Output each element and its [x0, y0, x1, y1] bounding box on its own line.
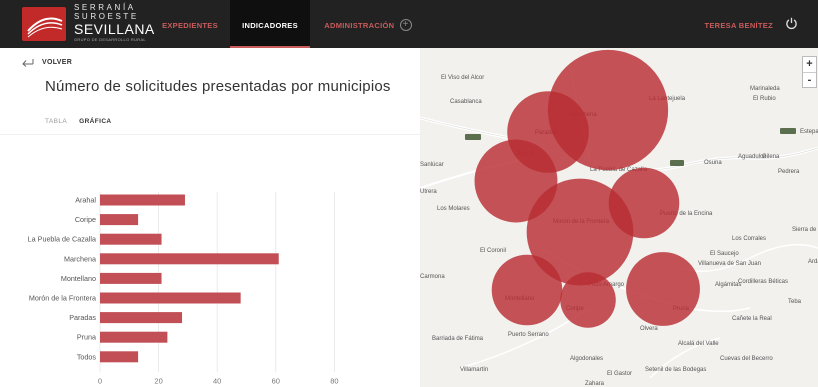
- map-place-label: El Saucejo: [710, 251, 739, 257]
- logo-line2: SUROESTE: [74, 12, 139, 21]
- chart-tick-labels: 0 20 40 60 80: [98, 376, 339, 385]
- map-place-label: Olvera: [640, 326, 658, 332]
- category-label: Morón de la Frontera: [29, 294, 96, 303]
- municipality-bubble[interactable]: [547, 49, 669, 171]
- nav-indicadores-label: INDICADORES: [242, 21, 298, 30]
- category-label: La Puebla de Cazalla: [28, 235, 96, 244]
- map-place-label: Sierra de Yeguas: [792, 227, 818, 233]
- category-label: Arahal: [75, 196, 96, 205]
- map-place-label: Osuna: [704, 160, 722, 166]
- bar[interactable]: [100, 194, 185, 206]
- chart-bars: [100, 194, 279, 363]
- category-label: Todos: [77, 352, 97, 361]
- bar[interactable]: [100, 272, 162, 284]
- bar[interactable]: [100, 312, 183, 324]
- map-place-label: Villamartín: [460, 367, 488, 373]
- nav-administracion-label: ADMINISTRACIÓN: [324, 21, 395, 30]
- logo-text: SERRANÍA SUROESTE SEVILLANA GRUPO DE DES…: [74, 4, 155, 42]
- nav-indicadores[interactable]: INDICADORES: [230, 0, 310, 48]
- map-place-label: El Viso del Alcor: [441, 75, 484, 81]
- map-canvas[interactable]: El Viso del AlcorCasablancaLa Lantejuela…: [420, 48, 818, 387]
- bar[interactable]: [100, 351, 139, 363]
- map-place-label: Algodonales: [570, 356, 603, 362]
- x-tick-label: 0: [98, 376, 102, 385]
- map-place-label: Puerto Serrano: [508, 332, 549, 338]
- logo-line1: SERRANÍA: [74, 3, 136, 12]
- municipality-bubble[interactable]: [626, 252, 700, 326]
- nav-expedientes-label: EXPEDIENTES: [162, 21, 218, 30]
- map-bubbles: [474, 49, 700, 328]
- x-tick-label: 40: [213, 376, 221, 385]
- map-place-label: Marinaleda: [750, 86, 780, 92]
- category-label: Marchena: [64, 254, 96, 263]
- top-navigation-bar: SERRANÍA SUROESTE SEVILLANA GRUPO DE DES…: [0, 0, 818, 48]
- plus-circle-icon[interactable]: +: [399, 19, 412, 32]
- chart-category-labels: Arahal Coripe La Puebla de Cazalla Marchena…: [28, 196, 97, 362]
- x-tick-label: 20: [154, 376, 162, 385]
- map-place-label: Carmona: [420, 274, 445, 280]
- x-tick-label: 80: [330, 376, 338, 385]
- map-place-label: Zahara: [585, 381, 605, 387]
- bar[interactable]: [100, 331, 168, 343]
- zoom-in-button[interactable]: +: [803, 57, 816, 72]
- zoom-out-button[interactable]: -: [803, 72, 816, 87]
- map-place-label: Villanueva de San Juan: [698, 261, 761, 267]
- municipality-bubble[interactable]: [608, 167, 680, 239]
- nav-expedientes[interactable]: EXPEDIENTES: [150, 0, 230, 48]
- bar[interactable]: [100, 214, 139, 226]
- map-place-label: Setenil de las Bodegas: [645, 367, 706, 373]
- map-place-label: Estepa: [800, 129, 818, 135]
- map-place-label: Alcalá del Valle: [678, 341, 719, 347]
- map-place-label: Teba: [788, 299, 802, 305]
- category-label: Montellano: [61, 274, 96, 283]
- category-label: Paradas: [69, 313, 96, 322]
- map-place-label: El Rubio: [753, 96, 776, 102]
- map-place-label: Los Molares: [437, 206, 470, 212]
- logo-line3: SEVILLANA: [74, 21, 155, 37]
- x-tick-label: 60: [272, 376, 280, 385]
- app-logo[interactable]: SERRANÍA SUROESTE SEVILLANA GRUPO DE DES…: [0, 0, 154, 48]
- map-place-label: Utrera: [420, 189, 437, 195]
- map-place-label: Sanlúcar: [420, 162, 444, 168]
- zoom-controls: + -: [802, 56, 817, 88]
- municipality-map[interactable]: El Viso del AlcorCasablancaLa Lantejuela…: [420, 48, 818, 387]
- map-place-label: Cuevas del Becerro: [720, 356, 773, 362]
- map-place-label: Cañete la Real: [732, 316, 772, 322]
- municipality-bubble[interactable]: [560, 272, 616, 328]
- category-label: Coripe: [75, 215, 96, 224]
- bar[interactable]: [100, 292, 241, 304]
- nav-administracion[interactable]: ADMINISTRACIÓN +: [312, 0, 424, 48]
- power-icon[interactable]: [785, 17, 798, 30]
- category-label: Pruna: [77, 333, 96, 342]
- municipality-bubble[interactable]: [491, 254, 563, 326]
- bar[interactable]: [100, 253, 279, 265]
- map-place-label: El Coronil: [480, 248, 506, 254]
- map-place-label: Barriada de Fátima: [432, 336, 484, 342]
- user-name[interactable]: TERESA BENÍTEZ: [704, 0, 773, 52]
- map-place-label: Cordilleras Béticas: [738, 279, 788, 285]
- bar[interactable]: [100, 233, 162, 245]
- logo-mark-icon: [22, 7, 66, 41]
- map-place-label: Ardales: [808, 259, 818, 265]
- map-place-label: Los Corrales: [732, 236, 766, 242]
- logo-line4: GRUPO DE DESARROLLO RURAL: [74, 37, 146, 42]
- map-place-label: El Gastor: [607, 371, 632, 377]
- map-place-label: Gilena: [762, 154, 780, 160]
- map-place-label: Casablanca: [450, 99, 482, 105]
- bar-chart: Arahal Coripe La Puebla de Cazalla Marchena…: [28, 192, 339, 385]
- map-place-label: Pedrera: [778, 169, 800, 175]
